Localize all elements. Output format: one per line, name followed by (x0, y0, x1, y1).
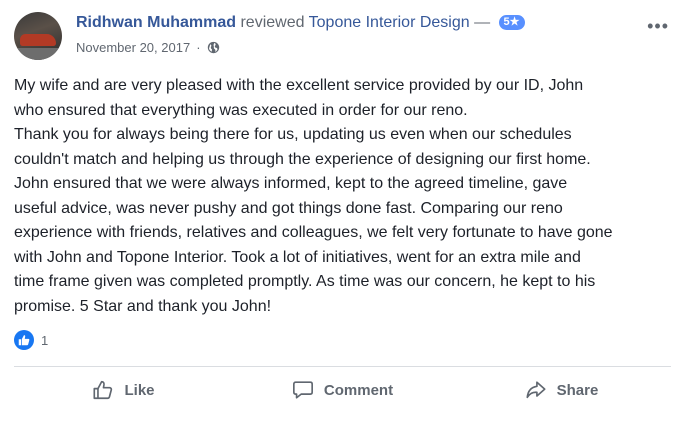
rating-badge: 5★ (498, 15, 525, 30)
review-line: experience with friends, relatives and c… (14, 224, 613, 241)
divider (14, 366, 671, 367)
avatar[interactable] (14, 12, 62, 60)
header-text: Ridhwan Muhammad reviewed Topone Interio… (76, 12, 525, 55)
comment-label: Comment (323, 381, 394, 399)
header-dash: — (474, 14, 491, 31)
share-button[interactable]: Share (452, 370, 671, 410)
review-verb: reviewed (240, 14, 305, 31)
review-line: couldn't match and helping us through th… (14, 150, 591, 168)
meta-separator: · (196, 40, 201, 55)
reaction-count: 1 (41, 332, 49, 348)
page-link[interactable]: Topone Interior Design (309, 14, 470, 31)
review-line: who ensured that everything was executed… (14, 101, 468, 119)
avatar-road (14, 48, 62, 60)
review-line: useful advice, was never pushy and got t… (14, 199, 563, 217)
like-reaction-icon (14, 330, 34, 350)
comment-icon (292, 381, 313, 399)
comment-button[interactable]: Comment (233, 370, 452, 410)
header-line: Ridhwan Muhammad reviewed Topone Interio… (76, 12, 525, 34)
action-bar: Like Comment Share (14, 370, 671, 410)
share-icon (526, 381, 546, 399)
review-post: Ridhwan Muhammad reviewed Topone Interio… (0, 0, 685, 422)
review-line: promise. 5 Star and thank you John! (14, 297, 272, 315)
review-line: My wife and are very pleased with the ex… (14, 77, 584, 94)
review-line: with John and Topone Interior. Took a lo… (14, 248, 581, 266)
avatar-car (20, 34, 56, 46)
author-name[interactable]: Ridhwan Muhammad (76, 14, 236, 31)
reactions-summary[interactable]: 1 (14, 330, 48, 350)
post-date[interactable]: November 20, 2017 (76, 40, 190, 55)
review-line: John ensured that we were always informe… (14, 175, 568, 192)
thumbs-up-icon (93, 380, 113, 400)
share-label: Share (556, 381, 599, 399)
globe-icon[interactable] (207, 41, 220, 54)
more-options-icon[interactable]: ••• (647, 16, 669, 37)
post-header: Ridhwan Muhammad reviewed Topone Interio… (14, 12, 671, 60)
like-label: Like (124, 381, 155, 399)
review-line: time frame given was completed promptly.… (14, 273, 596, 290)
review-line: Thank you for always being there for us,… (14, 126, 572, 143)
like-button[interactable]: Like (14, 370, 233, 410)
review-text: My wife and are very pleased with the ex… (14, 74, 674, 319)
meta-line: November 20, 2017 · (76, 40, 525, 55)
